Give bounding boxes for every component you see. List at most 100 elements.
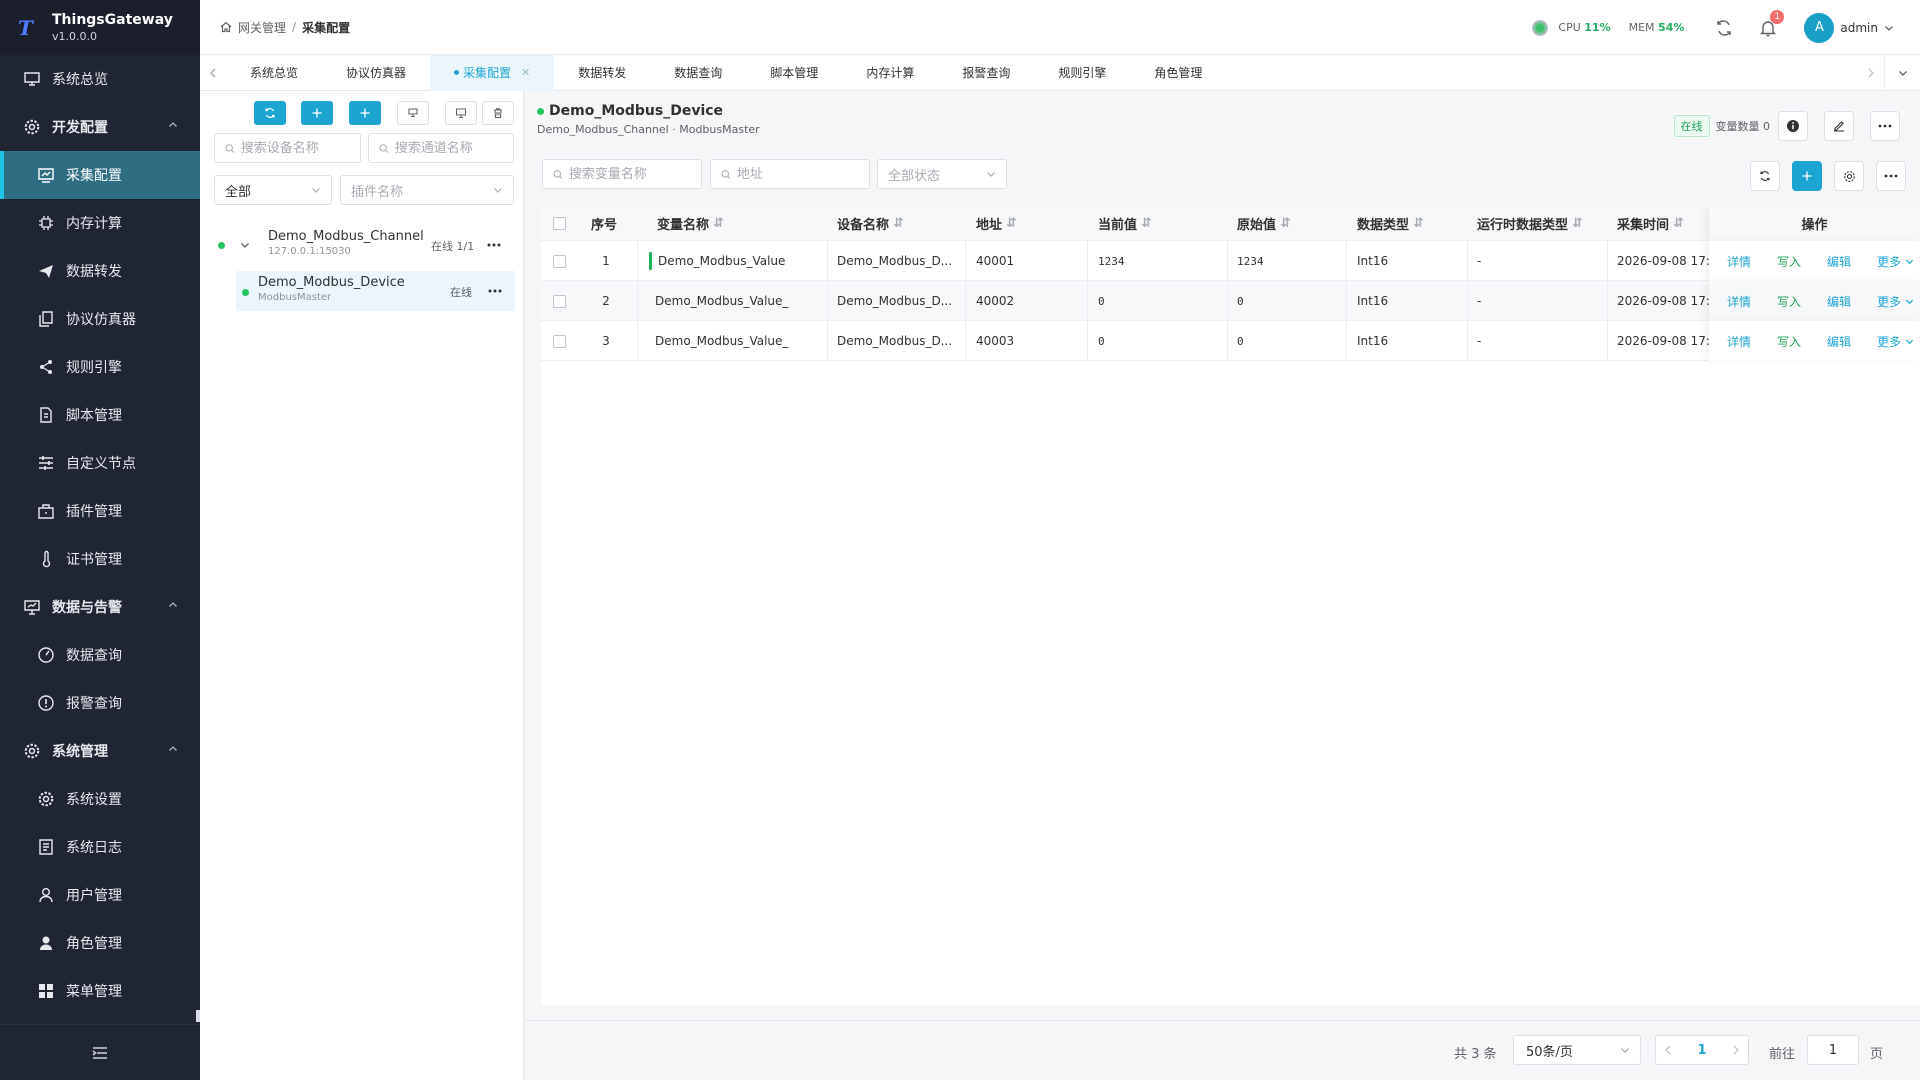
tabs-scroll-left[interactable] [200, 55, 226, 91]
refresh-tree-button[interactable] [254, 101, 286, 125]
edit-link[interactable]: 编辑 [1827, 333, 1851, 350]
chevron-up-icon[interactable] [168, 600, 178, 610]
goto-page-input[interactable]: 1 [1807, 1035, 1859, 1065]
user-name[interactable]: admin [1840, 21, 1878, 35]
status-select[interactable]: 全部状态 [877, 159, 1007, 189]
sidebar-item-17[interactable]: 用户管理 [0, 871, 200, 919]
sidebar-item-5[interactable]: 协议仿真器 [0, 295, 200, 343]
column-runtime-type[interactable]: 运行时数据类型 ⇵ [1477, 205, 1583, 241]
search-device-field[interactable] [240, 140, 360, 156]
sort-icon[interactable]: ⇵ [1673, 216, 1684, 231]
table-row[interactable]: 1 Demo_Modbus_Value Demo_Modbus_D... 40001 1… [541, 241, 1920, 281]
table-more-button[interactable] [1876, 161, 1906, 191]
search-channel-input[interactable] [368, 133, 514, 163]
close-tab-icon[interactable]: ✕ [521, 66, 530, 79]
detail-link[interactable]: 详情 [1727, 293, 1751, 310]
sidebar-item-10[interactable]: 证书管理 [0, 535, 200, 583]
refresh-button[interactable] [1714, 18, 1734, 38]
more-link[interactable]: 更多 [1877, 253, 1914, 270]
checkbox[interactable] [552, 216, 566, 230]
chevron-down-icon[interactable] [240, 240, 250, 250]
refresh-table-button[interactable] [1750, 161, 1780, 191]
table-row[interactable]: 3 Demo_Modbus_Value_3 Demo_Modbus_D... 4000… [541, 321, 1920, 361]
write-link[interactable]: 写入 [1777, 293, 1801, 310]
status-filter-select[interactable]: 全部 [214, 175, 332, 205]
chevron-up-icon[interactable] [168, 744, 178, 754]
tab-8[interactable]: 规则引擎 [1034, 55, 1130, 91]
home-icon[interactable] [220, 21, 232, 33]
next-page-icon[interactable] [1732, 1045, 1740, 1055]
address-filter-input[interactable] [710, 159, 870, 189]
search-channel-field[interactable] [394, 140, 513, 156]
more-link[interactable]: 更多 [1877, 293, 1914, 310]
row-checkbox[interactable] [552, 254, 566, 268]
row-checkbox[interactable] [552, 294, 566, 308]
import-button[interactable] [397, 101, 429, 125]
column-current-value[interactable]: 当前值 ⇵ [1098, 205, 1152, 241]
sort-icon[interactable]: ⇵ [1572, 216, 1583, 231]
tab-4[interactable]: 数据查询 [650, 55, 746, 91]
column-settings-button[interactable] [1834, 161, 1864, 191]
device-more-button[interactable] [1870, 111, 1900, 141]
edit-link[interactable]: 编辑 [1827, 253, 1851, 270]
tree-channel-node[interactable]: Demo_Modbus_Channel 127.0.0.1:15030 在线 1… [200, 225, 524, 265]
notification-button[interactable]: 1 [1758, 9, 1785, 38]
chevron-down-icon[interactable] [1884, 23, 1894, 33]
sidebar-item-4[interactable]: 数据转发 [0, 247, 200, 295]
current-page[interactable]: 1 [1697, 1043, 1706, 1058]
sort-icon[interactable]: ⇵ [713, 216, 724, 231]
tab-3[interactable]: 数据转发 [554, 55, 650, 91]
detail-link[interactable]: 详情 [1727, 333, 1751, 350]
tab-6[interactable]: 内存计算 [842, 55, 938, 91]
column-variable-name[interactable]: 变量名称 ⇵ [657, 205, 724, 241]
more-link[interactable]: 更多 [1877, 333, 1914, 350]
tab-9[interactable]: 角色管理 [1130, 55, 1226, 91]
sidebar-item-3[interactable]: 内存计算 [0, 199, 200, 247]
search-device-input[interactable] [214, 133, 361, 163]
search-variable-field[interactable] [568, 166, 701, 182]
export-button[interactable] [445, 101, 477, 125]
device-more-button[interactable] [486, 285, 504, 297]
tabs-scroll-right[interactable] [1858, 55, 1884, 91]
tab-1[interactable]: 协议仿真器 [322, 55, 430, 91]
sidebar-item-7[interactable]: 脚本管理 [0, 391, 200, 439]
column-data-type[interactable]: 数据类型 ⇵ [1357, 205, 1424, 241]
sidebar-item-19[interactable]: 菜单管理 [0, 967, 200, 1015]
row-checkbox[interactable] [552, 334, 566, 348]
add-variable-button[interactable] [1792, 161, 1822, 191]
tab-5[interactable]: 脚本管理 [746, 55, 842, 91]
tab-2[interactable]: 采集配置 ✕ [430, 54, 555, 91]
column-device-name[interactable]: 设备名称 ⇵ [837, 205, 904, 241]
table-row[interactable]: 2 Demo_Modbus_Value_2 Demo_Modbus_D... 4000… [541, 281, 1920, 321]
info-button[interactable] [1778, 111, 1808, 141]
column-raw-value[interactable]: 原始值 ⇵ [1237, 205, 1291, 241]
sidebar-item-1[interactable]: 开发配置 [0, 103, 200, 151]
sidebar-item-2[interactable]: 采集配置 [0, 151, 200, 199]
write-link[interactable]: 写入 [1777, 333, 1801, 350]
prev-page-icon[interactable] [1664, 1045, 1672, 1055]
select-all-checkbox[interactable] [544, 205, 574, 241]
sidebar-item-16[interactable]: 系统日志 [0, 823, 200, 871]
sidebar-item-0[interactable]: 系统总览 [0, 55, 200, 103]
edit-device-button[interactable] [1824, 111, 1854, 141]
collapse-sidebar-button[interactable] [0, 1024, 200, 1080]
edit-link[interactable]: 编辑 [1827, 293, 1851, 310]
plugin-filter-select[interactable]: 插件名称 [340, 175, 514, 205]
tree-device-node[interactable]: Demo_Modbus_Device ModbusMaster 在线 [236, 271, 515, 311]
sidebar-item-14[interactable]: 系统管理 [0, 727, 200, 775]
column-collect-time[interactable]: 采集时间 ⇵ [1617, 205, 1684, 241]
chevron-up-icon[interactable] [168, 120, 178, 130]
detail-link[interactable]: 详情 [1727, 253, 1751, 270]
sidebar-item-13[interactable]: 报警查询 [0, 679, 200, 727]
search-variable-input[interactable] [542, 159, 702, 189]
delete-button[interactable] [482, 101, 514, 125]
tab-7[interactable]: 报警查询 [938, 55, 1034, 91]
avatar[interactable]: A [1804, 12, 1835, 43]
sort-icon[interactable]: ⇵ [893, 216, 904, 231]
sort-icon[interactable]: ⇵ [1141, 216, 1152, 231]
sidebar-item-12[interactable]: 数据查询 [0, 631, 200, 679]
write-link[interactable]: 写入 [1777, 253, 1801, 270]
column-address[interactable]: 地址 ⇵ [976, 205, 1017, 241]
sidebar-item-9[interactable]: 插件管理 [0, 487, 200, 535]
breadcrumb-item[interactable]: 网关管理 [238, 19, 286, 36]
